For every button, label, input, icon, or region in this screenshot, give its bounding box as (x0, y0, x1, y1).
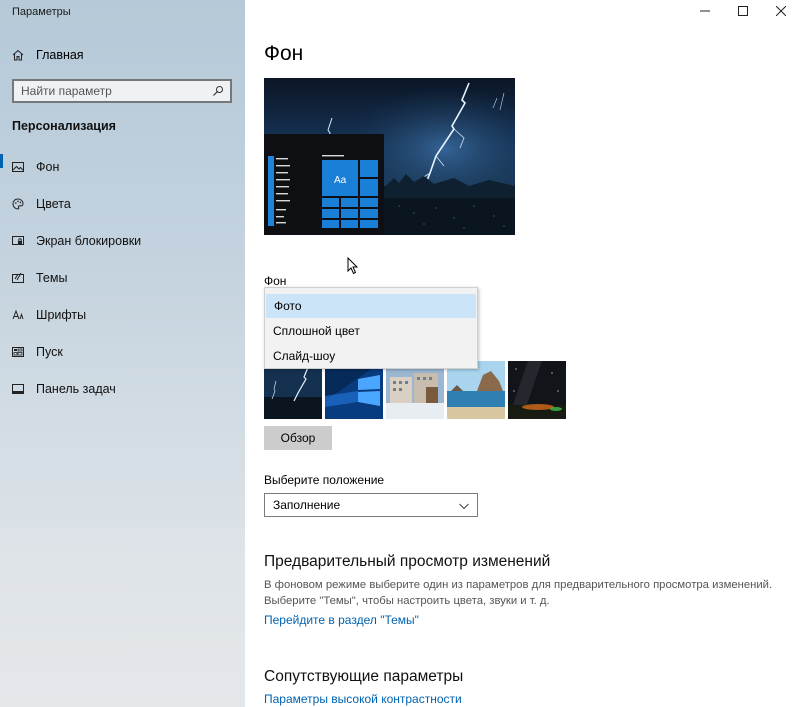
fit-select-value: Заполнение (273, 498, 341, 512)
dropdown-option-slideshow[interactable]: Слайд-шоу (265, 343, 477, 368)
sidebar-item-label: Пуск (36, 344, 63, 359)
related-settings-heading: Сопутствующие параметры (264, 668, 464, 685)
sidebar-item-label: Панель задач (36, 381, 116, 396)
dropdown-option-photo[interactable]: Фото (266, 294, 476, 318)
sidebar-item-label: Экран блокировки (36, 233, 142, 248)
themes-icon (12, 272, 24, 284)
nav-list: Фон Цвета Экран блокировки Темы Шрифты П… (0, 148, 245, 407)
picture-thumbnail-night-sky[interactable] (508, 361, 566, 419)
palette-icon (12, 197, 24, 210)
sidebar-item-label: Темы (36, 270, 68, 285)
sidebar-item-lock-screen[interactable]: Экран блокировки (0, 222, 245, 259)
app-title: Параметры (12, 6, 71, 18)
start-icon (12, 346, 24, 358)
sidebar-item-fonts[interactable]: Шрифты (0, 296, 245, 333)
preview-changes-heading: Предварительный просмотр изменений (264, 553, 551, 570)
search-box[interactable] (12, 79, 232, 103)
sidebar-item-taskbar[interactable]: Панель задач (0, 370, 245, 407)
picture-icon (12, 161, 24, 173)
sidebar-item-background[interactable]: Фон (0, 148, 245, 185)
search-input[interactable] (21, 84, 212, 98)
preview-tile-text: Aa (334, 175, 347, 186)
preview-changes-desc-line-1: В фоновом режиме выберите один из параме… (264, 579, 773, 591)
desktop-preview: Aa (264, 78, 515, 235)
main-content: Фон Aa Фон Фото Сплошной цвет Слайд-шоу … (264, 0, 794, 707)
nav-home-label: Главная (36, 48, 84, 62)
preview-changes-description: В фоновом режиме выберите один из параме… (264, 577, 794, 609)
preview-wallpaper: Aa (264, 78, 515, 235)
high-contrast-link[interactable]: Параметры высокой контрастности (264, 692, 462, 706)
recent-pictures (264, 361, 566, 419)
background-dropdown-menu: Фото Сплошной цвет Слайд-шоу (264, 287, 478, 369)
fonts-icon (12, 309, 24, 321)
fit-label: Выберите положение (264, 473, 385, 487)
picture-thumbnail-beach[interactable] (447, 361, 505, 419)
browse-button[interactable]: Обзор (264, 426, 332, 450)
sidebar-item-start[interactable]: Пуск (0, 333, 245, 370)
fit-select[interactable]: Заполнение (264, 493, 478, 517)
background-label: Фон (264, 274, 287, 288)
lock-screen-icon (12, 235, 24, 247)
sidebar: Параметры Главная Персонализация Фон Цве… (0, 0, 245, 707)
sidebar-item-label: Фон (36, 159, 60, 174)
dropdown-option-solid-color[interactable]: Сплошной цвет (265, 318, 477, 343)
preview-changes-desc-line-2: Выберите "Темы", чтобы настроить цвета, … (264, 595, 550, 607)
page-title: Фон (264, 42, 304, 65)
picture-thumbnail-windows[interactable] (325, 361, 383, 419)
home-icon (12, 49, 24, 61)
themes-link[interactable]: Перейдите в раздел "Темы" (264, 613, 419, 627)
mouse-pointer-icon (347, 256, 359, 275)
sidebar-item-label: Цвета (36, 196, 71, 211)
sidebar-item-colors[interactable]: Цвета (0, 185, 245, 222)
chevron-down-icon (458, 500, 470, 515)
sidebar-item-label: Шрифты (36, 307, 87, 322)
nav-home[interactable]: Главная (0, 42, 245, 68)
section-heading: Персонализация (12, 119, 116, 133)
picture-thumbnail-lightning[interactable] (264, 361, 322, 419)
sidebar-item-themes[interactable]: Темы (0, 259, 245, 296)
taskbar-icon (12, 383, 24, 395)
search-icon[interactable] (212, 85, 224, 97)
picture-thumbnail-buildings[interactable] (386, 361, 444, 419)
